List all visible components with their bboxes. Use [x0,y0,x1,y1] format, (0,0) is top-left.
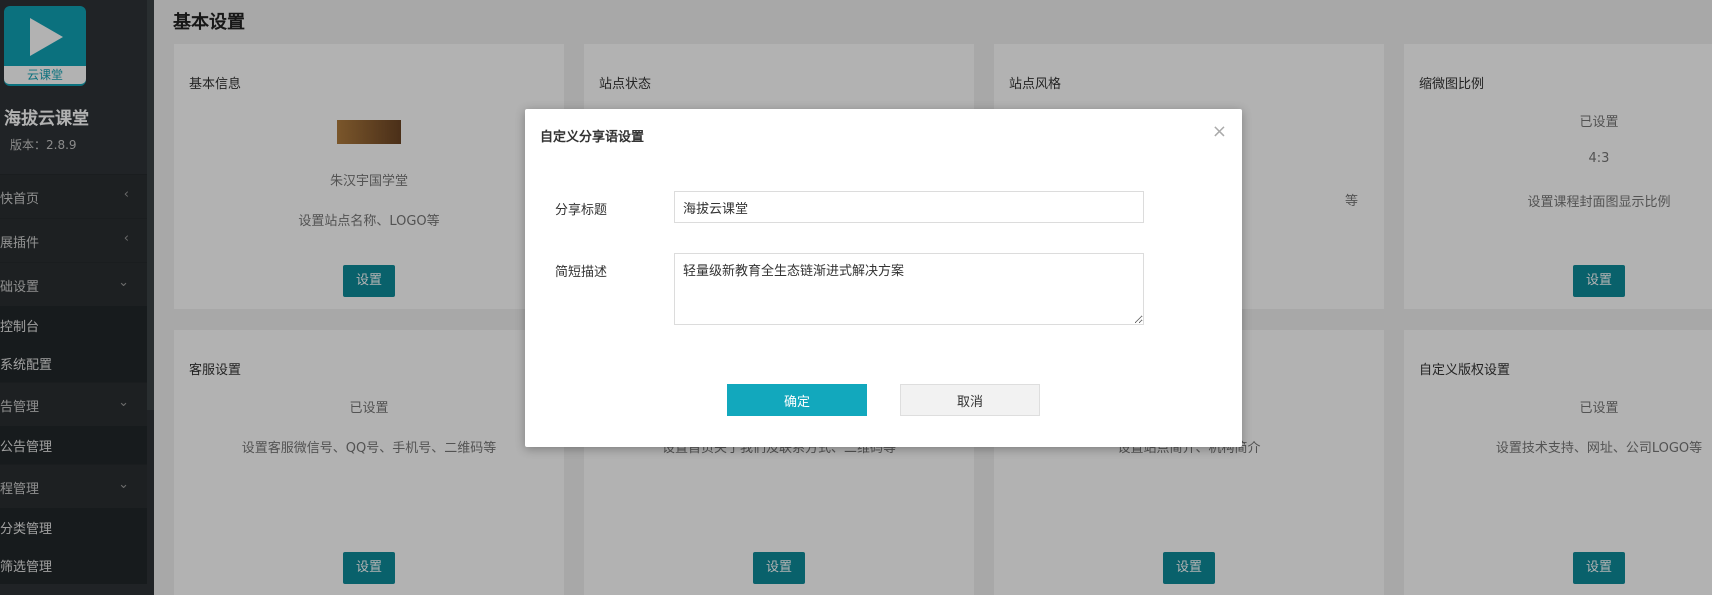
dialog-title: 自定义分享语设置 [540,130,645,145]
share-title-label: 分享标题 [555,203,608,218]
confirm-button[interactable]: 确定 [727,384,867,416]
close-icon[interactable]: × [1212,121,1227,142]
share-title-input[interactable] [674,191,1144,223]
description-textarea[interactable]: 轻量级新教育全生态链渐进式解决方案 [674,253,1144,325]
share-text-dialog: 自定义分享语设置 × 分享标题 简短描述 轻量级新教育全生态链渐进式解决方案 确… [525,109,1242,447]
description-label: 简短描述 [555,265,608,280]
cancel-button[interactable]: 取消 [900,384,1040,416]
